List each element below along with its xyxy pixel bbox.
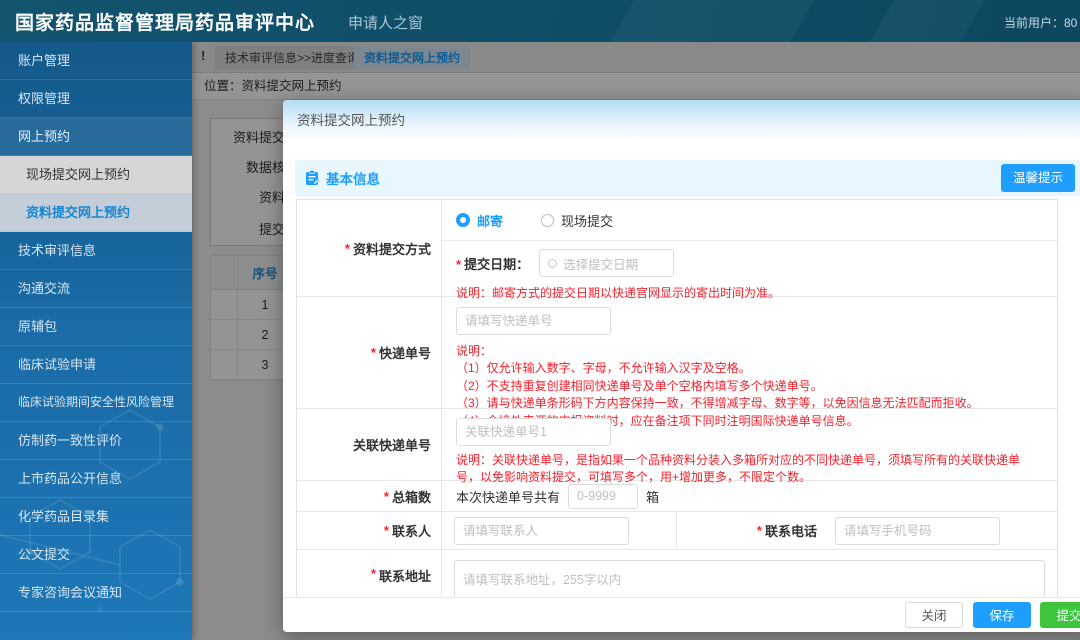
sidebar-item-safety-risk-mgmt[interactable]: 临床试验期间安全性风险管理 xyxy=(0,384,192,422)
total-boxes-input[interactable] xyxy=(568,483,639,509)
total-boxes-prefix: 本次快递单号共有 xyxy=(456,489,561,505)
submit-date-input[interactable]: 选择提交日期 xyxy=(539,249,675,277)
radio-onsite-label[interactable]: 现场提交 xyxy=(561,211,613,230)
sidebar-item-tech-review-info[interactable]: 技术审评信息 xyxy=(0,232,192,270)
field-label: * 联系地址 xyxy=(297,550,442,597)
sidebar-item-expert-meeting-notice[interactable]: 专家咨询会议通知 xyxy=(0,574,192,612)
contact-address-textarea[interactable] xyxy=(454,560,1045,597)
form-row-total-boxes: * 总箱数 本次快递单号共有 箱 xyxy=(297,481,1057,512)
modal-footer: 关闭 保存 提交 xyxy=(283,597,1080,632)
total-boxes-suffix: 箱 xyxy=(646,489,660,505)
radio-mail-label[interactable]: 邮寄 xyxy=(477,211,503,230)
contact-name-input[interactable] xyxy=(454,516,629,545)
save-button[interactable]: 保存 xyxy=(973,602,1031,628)
sidebar-item-marketed-drug-info[interactable]: 上市药品公开信息 xyxy=(0,460,192,498)
field-label: * 快递单号 xyxy=(297,297,442,408)
app-title: 国家药品监督管理局药品审评中心 xyxy=(15,13,316,34)
sidebar-item-account-mgmt[interactable]: 账户管理 xyxy=(0,42,192,80)
modal-title: 资料提交网上预约 xyxy=(283,100,1080,142)
close-button[interactable]: 关闭 xyxy=(905,602,963,628)
sidebar-item-online-appointment[interactable]: 网上预约 xyxy=(0,118,192,156)
radio-onsite[interactable] xyxy=(541,213,555,227)
warm-tips-button[interactable]: 温馨提示 xyxy=(1000,164,1075,192)
header-texture xyxy=(859,0,991,42)
clock-icon xyxy=(548,258,558,268)
submit-button[interactable]: 提交 xyxy=(1040,602,1080,628)
basic-info-section-header: 基本信息 温馨提示 xyxy=(295,160,1080,196)
contact-phone-input[interactable] xyxy=(835,516,1000,545)
field-label: * 总箱数 xyxy=(297,481,442,511)
material-submission-modal: 资料提交网上预约 基本信息 温馨提示 * 资料提交方式 邮寄 现场提交 * 提交… xyxy=(283,100,1080,632)
form-row-tracking-number: * 快递单号 说明： （1）仅允许输入数字、字母，不允许输入汉字及空格。 （2）… xyxy=(297,297,1057,428)
sidebar-item-clinical-trial-application[interactable]: 临床试验申请 xyxy=(0,346,192,384)
form-row-address: * 联系地址 xyxy=(297,550,1057,597)
submit-date-label: * 提交日期： xyxy=(456,256,530,272)
form-row-related-number: 关联快递单号 说明：关联快递单号，是指如果一个品种资料分装入多箱所对应的不同快递… xyxy=(297,409,1057,484)
sidebar-item-onsite-submission[interactable]: 现场提交网上预约 xyxy=(0,156,192,194)
sidebar-item-material-submission[interactable]: 资料提交网上预约 xyxy=(0,194,192,232)
field-label: 关联快递单号 xyxy=(297,409,442,480)
sidebar-nav: 账户管理 权限管理 网上预约 现场提交网上预约 资料提交网上预约 技术审评信息 … xyxy=(0,42,192,640)
field-label: * 联系电话 xyxy=(756,523,817,539)
form-row-submit-method: * 资料提交方式 邮寄 现场提交 * 提交日期： 选择提交日期 说明：邮寄方式的… xyxy=(297,200,1057,300)
content-area: ! 技术审评信息>>进度查询 资料提交网上预约 位置：资料提交网上预约 资料提交… xyxy=(192,42,1080,640)
basic-info-form: * 资料提交方式 邮寄 现场提交 * 提交日期： 选择提交日期 说明：邮寄方式的… xyxy=(296,199,1058,597)
related-number-input[interactable] xyxy=(456,418,611,446)
field-label: * 联系人 xyxy=(297,512,442,549)
tracking-number-input[interactable] xyxy=(456,307,611,335)
sidebar-item-document-submission[interactable]: 公文提交 xyxy=(0,536,192,574)
sidebar-item-communication[interactable]: 沟通交流 xyxy=(0,270,192,308)
current-user-label: 当前用户：80 xyxy=(1004,16,1078,30)
header-texture xyxy=(599,0,821,42)
radio-mail-selected[interactable] xyxy=(456,213,470,227)
section-title: 基本信息 xyxy=(326,172,380,187)
portal-name: 申请人之窗 xyxy=(348,15,424,32)
sidebar-item-permission-mgmt[interactable]: 权限管理 xyxy=(0,80,192,118)
app-header: 国家药品监督管理局药品审评中心 申请人之窗 当前用户：80 xyxy=(0,0,1080,42)
sidebar-item-generic-consistency[interactable]: 仿制药一致性评价 xyxy=(0,422,192,460)
form-row-contact: * 联系人 * 联系电话 xyxy=(297,512,1057,550)
clipboard-edit-icon xyxy=(306,170,320,185)
sidebar-item-chemical-catalog[interactable]: 化学药品目录集 xyxy=(0,498,192,536)
sidebar-item-raw-materials[interactable]: 原辅包 xyxy=(0,308,192,346)
field-label: * 资料提交方式 xyxy=(297,200,442,296)
